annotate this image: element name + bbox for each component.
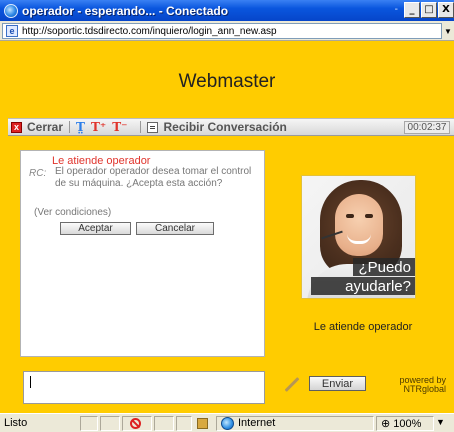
internet-zone-icon [221,417,234,430]
title-separator: - [394,4,398,15]
font-size-icon[interactable]: T̤ [76,120,85,134]
ie-logo-icon [4,3,18,18]
message-sender: RC: [29,168,47,179]
pencil-icon [284,377,300,392]
font-decrease-icon[interactable]: T⁻ [112,120,127,134]
status-cell [100,416,120,431]
powered-by: powered by NTRglobal [386,376,446,394]
status-cell [176,416,192,431]
security-zone: Internet [238,417,276,429]
minimize-button[interactable]: _ [404,2,420,18]
zoom-value: 100% [393,418,422,430]
conditions-link[interactable]: (Ver condiciones) [34,207,111,218]
chat-transcript[interactable]: Le atiende operador RC: El operador oper… [20,150,265,357]
close-icon[interactable]: x [11,121,22,133]
address-url: http://soportic.tdsdirecto.com/inquiero/… [22,25,277,37]
font-increase-icon[interactable]: T⁺ [91,120,106,134]
session-timer: 00:02:37 [404,121,450,134]
receive-icon[interactable] [146,121,158,133]
chat-page: Webmaster x Cerrar T̤ T⁺ T⁻ Recibir Conv… [0,41,454,413]
header-band: Webmaster [0,41,454,118]
security-icon[interactable] [197,418,208,429]
text-cursor [30,376,31,388]
toolbar-divider [69,121,71,133]
cancel-button[interactable]: Cancelar [136,222,214,235]
zoom-level[interactable]: ⊕ 100% [381,417,421,430]
operator-label: Le atiende operador [313,321,413,333]
powered-by-brand: NTRglobal [403,384,446,394]
chevron-down-icon[interactable]: ▼ [436,417,445,427]
operator-eye [365,214,373,218]
status-text: Listo [4,417,28,429]
window-title: operador - esperando... - Conectado [22,3,229,18]
message-input[interactable] [23,371,265,404]
window-title-bar[interactable]: operador - esperando... - Conectado - _ … [0,0,454,21]
close-chat-button[interactable]: Cerrar [27,120,63,134]
receive-conversation-button[interactable]: Recibir Conversación [164,120,287,134]
caption-line-2: ayudarle? [311,277,415,295]
address-bar: e http://soportic.tdsdirecto.com/inquier… [0,21,454,41]
page-icon: e [6,25,18,37]
maximize-button[interactable]: □ [421,2,437,18]
accept-button[interactable]: Aceptar [60,222,131,235]
address-field[interactable]: e http://soportic.tdsdirecto.com/inquier… [2,23,442,39]
photo-caption: ¿Puedo ayudarle? [311,258,415,296]
chevron-down-icon[interactable]: ▼ [442,23,454,39]
close-window-button[interactable]: X [438,2,454,18]
status-cell [154,416,174,431]
popup-blocked-icon[interactable] [130,418,141,429]
send-button[interactable]: Enviar [309,376,366,391]
status-cell [80,416,98,431]
message-text: El operador operador desea tomar el cont… [55,166,252,189]
operator-face [335,194,383,256]
status-bar: Listo Internet ⊕ 100% ▼ [0,413,454,432]
page-title: Webmaster [178,71,276,92]
toolbar-divider [139,121,141,133]
caption-line-1: ¿Puedo [353,258,415,276]
operator-eye [346,214,354,218]
chat-toolbar: x Cerrar T̤ T⁺ T⁻ Recibir Conversación 0… [8,118,454,136]
operator-photo: ¿Puedo ayudarle? [301,175,416,299]
